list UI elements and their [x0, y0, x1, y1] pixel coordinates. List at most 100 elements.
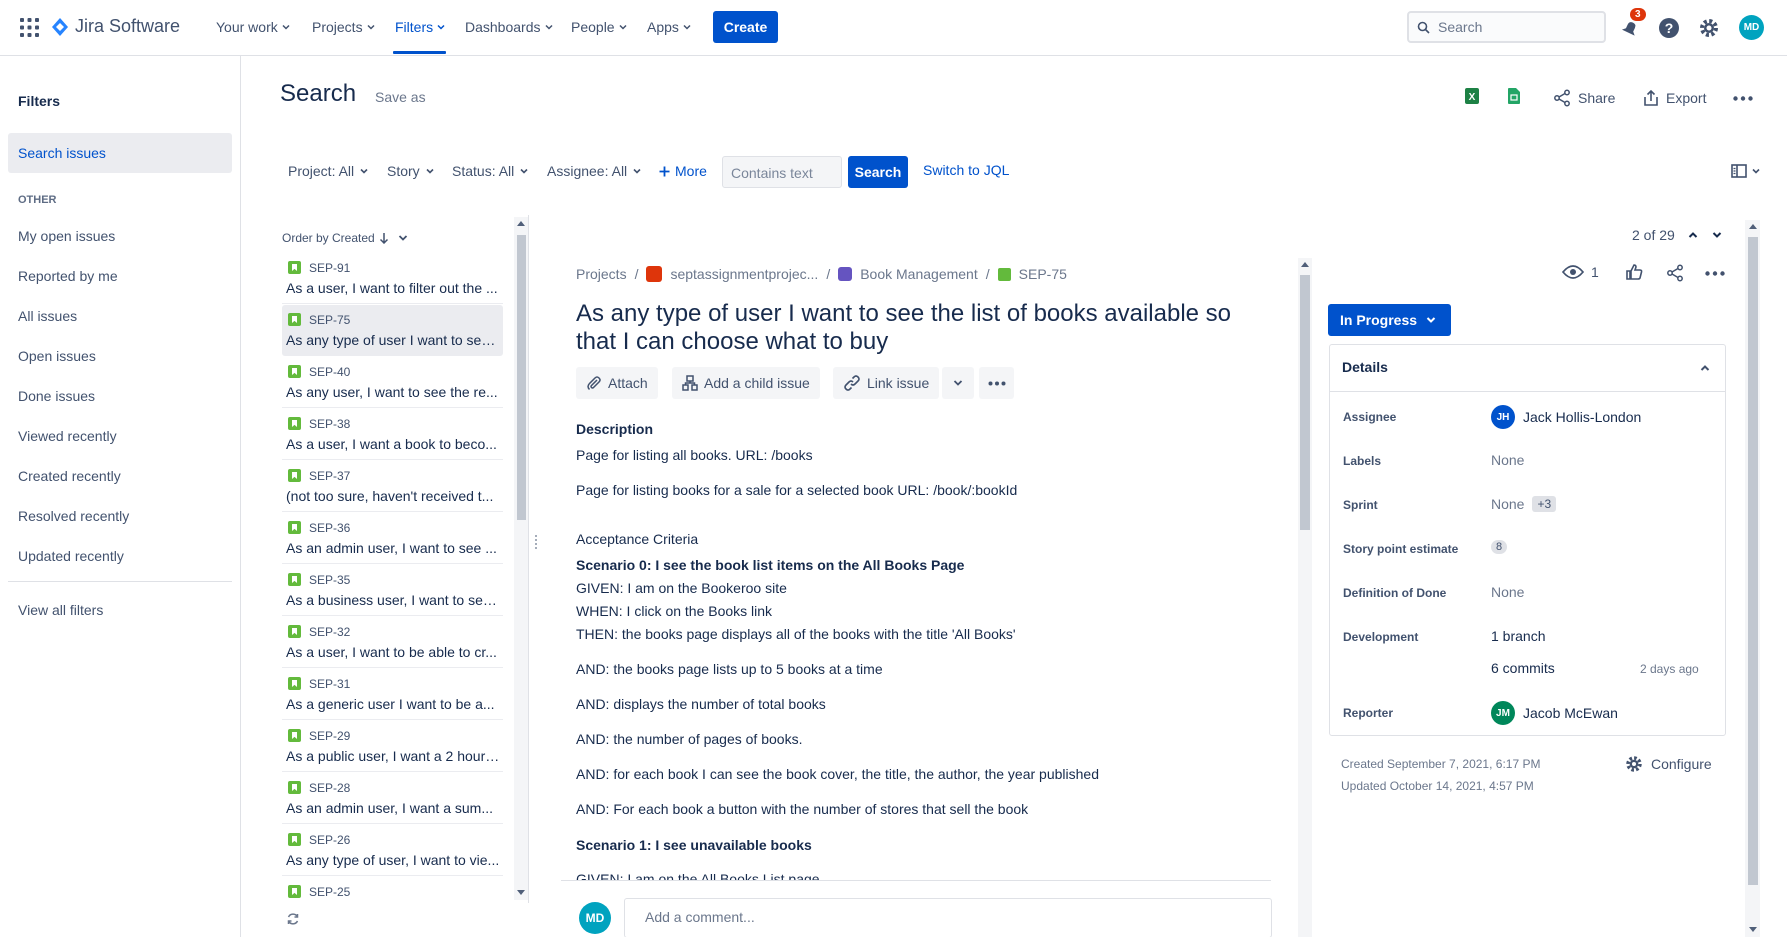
story-point-field[interactable]: 8 [1491, 540, 1508, 554]
chevron-down-icon[interactable] [1711, 230, 1723, 240]
issue-list-item[interactable]: SEP-25 [282, 877, 503, 899]
sprint-field[interactable]: None +3 [1491, 496, 1557, 512]
issue-summary: As an admin user, I want a sum... [286, 800, 493, 816]
issue-list-item[interactable]: SEP-91 As a user, I want to filter out th… [282, 253, 503, 304]
resize-handle[interactable] [535, 535, 537, 549]
nav-people[interactable]: People [571, 17, 628, 37]
jira-logo[interactable]: Jira Software [51, 16, 180, 37]
share-issue-button[interactable] [1666, 264, 1684, 282]
labels-field[interactable]: None [1491, 452, 1524, 468]
breadcrumb-projects[interactable]: Projects [576, 266, 627, 282]
order-by-control[interactable]: Order by Created [282, 231, 409, 245]
watch-button[interactable]: 1 [1562, 264, 1599, 280]
chevron-down-icon [619, 24, 627, 30]
share-icon [1667, 264, 1683, 282]
sidebar-item-viewed-recently[interactable]: Viewed recently [18, 428, 117, 444]
issue-list-item[interactable]: SEP-29 As a public user, I want a 2 hour … [282, 721, 503, 772]
more-actions-button[interactable] [1733, 96, 1753, 101]
nav-your-work[interactable]: Your work [216, 17, 291, 37]
vote-button[interactable] [1625, 263, 1643, 281]
save-as-button[interactable]: Save as [375, 89, 426, 105]
share-button[interactable]: Share [1553, 89, 1615, 107]
status-filter[interactable]: Status: All [452, 163, 529, 179]
issue-list-item[interactable]: SEP-36 As an admin user, I want to see ..… [282, 513, 503, 564]
layout-toggle-button[interactable] [1731, 164, 1761, 178]
scroll-up-arrow-icon[interactable] [1749, 224, 1757, 229]
status-transition-button[interactable]: In Progress [1328, 304, 1451, 336]
right-panel-scroll-thumb[interactable] [1748, 237, 1758, 885]
sidebar-item-all-issues[interactable]: All issues [18, 308, 77, 324]
type-filter[interactable]: Story [387, 163, 435, 179]
help-button[interactable]: ? [1658, 17, 1680, 39]
contains-text-input[interactable]: Contains text [722, 156, 842, 188]
story-point-badge: 8 [1491, 540, 1508, 554]
scroll-down-arrow-icon[interactable] [1749, 927, 1757, 932]
nav-projects[interactable]: Projects [312, 17, 376, 37]
issue-key: SEP-35 [309, 573, 351, 587]
issue-list-item[interactable]: SEP-26 As any type of user, I want to vie… [282, 825, 503, 876]
sidebar-item-open-issues[interactable]: Open issues [18, 348, 96, 364]
user-avatar[interactable]: MD [1739, 15, 1764, 40]
issue-list-item[interactable]: SEP-38 As a user, I want a book to beco..… [282, 409, 503, 460]
sidebar-item-reported-by-me[interactable]: Reported by me [18, 268, 118, 284]
sidebar-item-my-open-issues[interactable]: My open issues [18, 228, 115, 244]
nav-dashboards[interactable]: Dashboards [465, 17, 554, 37]
settings-button[interactable] [1698, 17, 1720, 39]
issue-list-item[interactable]: SEP-31 As a generic user I want to be a..… [282, 669, 503, 720]
add-comment-input[interactable]: Add a comment... [624, 898, 1272, 937]
configure-button[interactable]: Configure [1625, 755, 1712, 773]
switch-to-jql-link[interactable]: Switch to JQL [923, 162, 1009, 178]
search-button[interactable]: Search [848, 156, 908, 188]
sidebar-item-created-recently[interactable]: Created recently [18, 468, 121, 484]
assignee-field[interactable]: JH Jack Hollis-London [1491, 405, 1641, 429]
issue-list-scroll-thumb[interactable] [517, 235, 526, 520]
nav-apps[interactable]: Apps [647, 17, 692, 37]
create-button[interactable]: Create [713, 11, 778, 43]
refresh-icon[interactable] [286, 912, 300, 926]
link-issue-dropdown[interactable] [942, 367, 974, 399]
sidebar-item-view-all-filters[interactable]: View all filters [18, 602, 103, 618]
issue-list-item[interactable]: SEP-28 As an admin user, I want a sum... [282, 773, 503, 824]
sidebar-item-updated-recently[interactable]: Updated recently [18, 548, 124, 564]
issue-list-item[interactable]: SEP-35 As a business user, I want to see … [282, 565, 503, 616]
assignee-filter[interactable]: Assignee: All [547, 163, 642, 179]
attach-button[interactable]: Attach [576, 367, 658, 399]
breadcrumb-epic[interactable]: Book Management [860, 266, 978, 282]
story-icon [288, 313, 301, 326]
issue-list-item[interactable]: SEP-75 As any type of user I want to see.… [282, 305, 503, 356]
sidebar-item-resolved-recently[interactable]: Resolved recently [18, 508, 129, 524]
nav-filters[interactable]: Filters [395, 17, 446, 37]
issue-list-item[interactable]: SEP-32 As a user, I want to be able to cr… [282, 617, 503, 668]
branch-link[interactable]: 1 branch [1491, 628, 1545, 644]
global-search-input[interactable]: Search [1407, 11, 1606, 43]
issue-actions-more-button[interactable] [979, 367, 1014, 399]
project-filter[interactable]: Project: All [288, 163, 369, 179]
issue-list-item[interactable]: SEP-40 As any user, I want to see the re.… [282, 357, 503, 408]
sidebar-item-done-issues[interactable]: Done issues [18, 388, 95, 404]
commits-link[interactable]: 6 commits [1491, 660, 1555, 676]
issue-summary: As an admin user, I want to see ... [286, 540, 497, 556]
criteria-line: AND: for each book I can see the book co… [576, 766, 1099, 782]
link-issue-button[interactable]: Link issue [833, 367, 940, 399]
scroll-down-arrow-icon[interactable] [517, 890, 525, 895]
notifications-button[interactable]: 3 [1620, 8, 1646, 40]
app-switcher-icon[interactable] [20, 18, 39, 37]
scroll-up-arrow-icon[interactable] [517, 221, 525, 226]
issue-more-actions-button[interactable] [1705, 271, 1725, 276]
chevron-up-icon[interactable] [1687, 230, 1699, 240]
export-excel-button[interactable]: X [1465, 88, 1479, 104]
detail-scroll-thumb[interactable] [1300, 275, 1310, 530]
scroll-up-arrow-icon[interactable] [1301, 262, 1309, 267]
reporter-field[interactable]: JM Jacob McEwan [1491, 701, 1618, 725]
export-button[interactable]: Export [1643, 89, 1706, 107]
details-header[interactable]: Details [1329, 344, 1726, 392]
breadcrumb-issue-key[interactable]: SEP-75 [1019, 266, 1067, 282]
add-child-issue-button[interactable]: Add a child issue [672, 367, 820, 399]
export-sheet-button[interactable] [1508, 88, 1520, 104]
sprint-extra-badge: +3 [1532, 496, 1557, 512]
issue-list-item[interactable]: SEP-37 (not too sure, haven't received t.… [282, 461, 503, 512]
breadcrumb-project[interactable]: septassignmentprojec... [670, 266, 818, 282]
issue-title[interactable]: As any type of user I want to see the li… [576, 300, 1256, 356]
more-filters-button[interactable]: More [659, 163, 707, 179]
definition-of-done-field[interactable]: None [1491, 584, 1524, 600]
